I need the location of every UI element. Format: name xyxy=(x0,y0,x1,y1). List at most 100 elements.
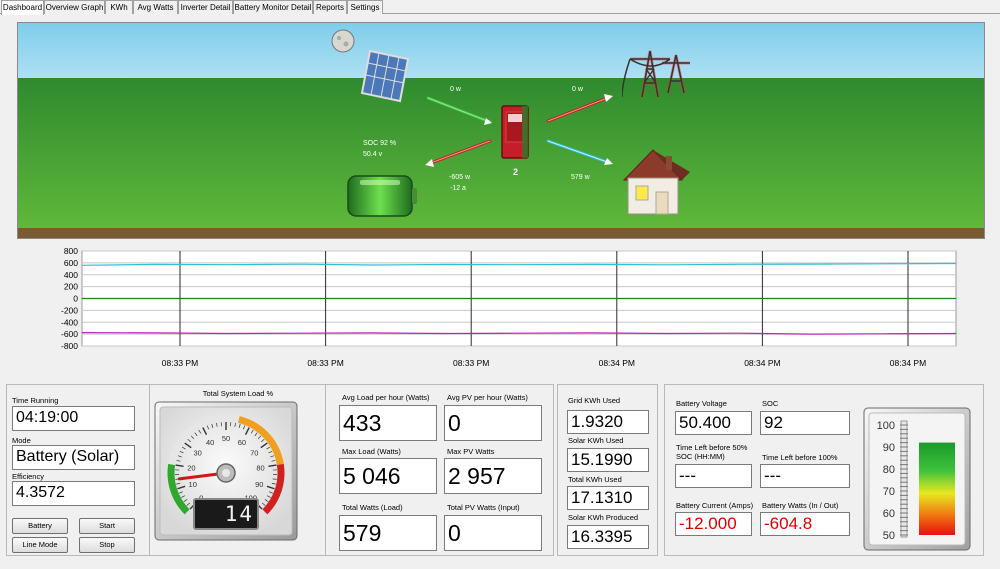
watts-panel: Avg Load per hour (Watts) 433 Avg PV per… xyxy=(326,384,554,556)
meter-tick-label: 70 xyxy=(883,486,895,498)
inverter-number-label: 2 xyxy=(513,167,519,177)
gauge-title: Total System Load % xyxy=(202,389,274,398)
battery-watts-label: -605 w xyxy=(449,174,471,181)
tab-bar: Dashboard Overview Graph KWh Avg Watts I… xyxy=(0,0,1000,15)
gauge-tick-label: 40 xyxy=(206,438,214,447)
battery-panel: Battery Voltage 50.400 SOC 92 Time Left … xyxy=(664,384,984,556)
chart-x-tick-label: 08:33 PM xyxy=(453,358,489,368)
soc-label: SOC 92 % xyxy=(363,140,397,147)
tab-kwh[interactable]: KWh xyxy=(105,0,133,14)
chart-y-tick-label: -600 xyxy=(61,329,78,339)
chart-y-tick-label: 0 xyxy=(73,294,78,304)
chart-y-tick-label: -200 xyxy=(61,305,78,315)
energy-flow-scene: 0 w 0 w SOC 92 % 50.4 v -605 w -12 a 579… xyxy=(17,22,985,239)
soc-meter: 100 90 80 70 60 50 xyxy=(863,407,971,551)
flow-arrows xyxy=(425,94,613,167)
gauge-tick-label: 80 xyxy=(256,464,264,473)
chart-y-tick-label: -800 xyxy=(61,341,78,351)
battery-button[interactable]: Battery xyxy=(12,518,68,534)
max-load-value: 5 046 xyxy=(339,458,437,494)
tab-avg-watts[interactable]: Avg Watts xyxy=(133,0,178,14)
gauge-digital-display: 14 xyxy=(224,502,254,526)
total-pv-label: Total PV Watts (Input) xyxy=(447,503,520,512)
battery-voltage-label: Battery Voltage xyxy=(676,399,727,408)
avg-load-value: 433 xyxy=(339,405,437,441)
chart-x-tick-label: 08:33 PM xyxy=(162,358,198,368)
meter-tick-label: 100 xyxy=(877,420,895,432)
solar-kwh-produced-label: Solar KWh Produced xyxy=(568,513,639,522)
mode-label: Mode xyxy=(12,436,31,445)
battery-voltage-value: 50.400 xyxy=(675,411,752,435)
tab-battery-monitor-detail[interactable]: Battery Monitor Detail xyxy=(233,0,313,14)
max-load-label: Max Load (Watts) xyxy=(342,447,401,456)
solar-kwh-produced-value: 16.3395 xyxy=(567,525,649,549)
tab-overview-graph[interactable]: Overview Graph xyxy=(44,0,105,14)
chart-y-tick-label: 800 xyxy=(64,246,78,256)
battery-watts-field-label: Battery Watts (In / Out) xyxy=(762,501,839,510)
tab-settings[interactable]: Settings xyxy=(347,0,383,14)
pv-watts-label: 0 w xyxy=(450,86,461,93)
stop-button[interactable]: Stop xyxy=(79,537,135,553)
chart-x-tick-label: 08:34 PM xyxy=(890,358,926,368)
time-running-label: Time Running xyxy=(12,396,59,405)
meter-tick-label: 50 xyxy=(883,530,895,542)
time-left-100-label: Time Left before 100% xyxy=(762,453,838,462)
kwh-panel: Grid KWh Used 1.9320 Solar KWh Used 15.1… xyxy=(557,384,658,556)
total-kwh-used-value: 17.1310 xyxy=(567,486,649,510)
gauge-tick-label: 90 xyxy=(255,480,263,489)
battery-current-value: -12.000 xyxy=(675,512,752,536)
chart-y-tick-label: 600 xyxy=(64,258,78,268)
mode-value: Battery (Solar) xyxy=(12,445,135,470)
line-mode-button[interactable]: Line Mode xyxy=(12,537,68,553)
tab-inverter-detail[interactable]: Inverter Detail xyxy=(178,0,233,14)
total-load-value: 579 xyxy=(339,515,437,551)
gauge-hub-cap xyxy=(222,469,230,477)
gauge-tick-label: 30 xyxy=(194,448,202,457)
avg-load-label: Avg Load per hour (Watts) xyxy=(342,393,430,402)
power-chart-svg: 800 600 400 200 0-200 -400 -600 -800 08:33 PM 08:… xyxy=(61,246,957,368)
efficiency-label: Efficiency xyxy=(12,472,44,481)
time-running-value: 04:19:00 xyxy=(12,406,135,431)
chart-x-tick-label: 08:33 PM xyxy=(307,358,343,368)
max-pv-value: 2 957 xyxy=(444,458,542,494)
solar-kwh-used-value: 15.1990 xyxy=(567,448,649,472)
soc-field-label: SOC xyxy=(762,399,779,408)
total-kwh-used-label: Total KWh Used xyxy=(568,475,622,484)
meter-tick-label: 90 xyxy=(883,442,895,454)
efficiency-value: 4.3572 xyxy=(12,481,135,506)
avg-pv-label: Avg PV per hour (Watts) xyxy=(447,393,528,402)
avg-pv-value: 0 xyxy=(444,405,542,441)
soc-value: 92 xyxy=(760,411,850,435)
solar-kwh-used-label: Solar KWh Used xyxy=(568,436,624,445)
max-pv-label: Max PV Watts xyxy=(447,447,495,456)
gauge-tick-label: 20 xyxy=(187,464,195,473)
gauge-tick xyxy=(272,478,277,480)
load-gauge-panel: Total System Load % 01020304050607080901… xyxy=(150,384,326,556)
chart-y-tick-label: 200 xyxy=(64,282,78,292)
chart-x-tick-label: 08:34 PM xyxy=(744,358,780,368)
power-chart: 800 600 400 200 0 -200 -400 -600 -800 08:33 PM 08:… xyxy=(0,240,1000,380)
gauge-tick-label: 10 xyxy=(189,480,197,489)
gauge-tick-label: 50 xyxy=(222,434,230,443)
meter-level-bar xyxy=(919,442,955,535)
meter-tick-label: 80 xyxy=(883,464,895,476)
voltage-label: 50.4 v xyxy=(363,151,383,158)
time-left-100-value: --- xyxy=(760,464,850,488)
battery-amps-label: -12 a xyxy=(450,185,466,192)
chart-x-tick-label: 08:34 PM xyxy=(599,358,635,368)
grid-watts-label: 0 w xyxy=(572,86,583,93)
meter-tick-label: 60 xyxy=(883,508,895,520)
start-button[interactable]: Start xyxy=(79,518,135,534)
chart-y-tick-label: 400 xyxy=(64,270,78,280)
grid-kwh-used-label: Grid KWh Used xyxy=(568,396,621,405)
gauge-tick-label: 60 xyxy=(238,438,246,447)
time-left-50-value: --- xyxy=(675,464,752,488)
chart-y-tick-label: -400 xyxy=(61,317,78,327)
tab-reports[interactable]: Reports xyxy=(313,0,347,14)
grid-kwh-used-value: 1.9320 xyxy=(567,410,649,434)
battery-watts-value: -604.8 xyxy=(760,512,850,536)
total-pv-value: 0 xyxy=(444,515,542,551)
tab-dashboard[interactable]: Dashboard xyxy=(1,0,44,15)
total-load-label: Total Watts (Load) xyxy=(342,503,403,512)
time-left-50-label: Time Left before 50% SOC (HH:MM) xyxy=(676,443,748,461)
